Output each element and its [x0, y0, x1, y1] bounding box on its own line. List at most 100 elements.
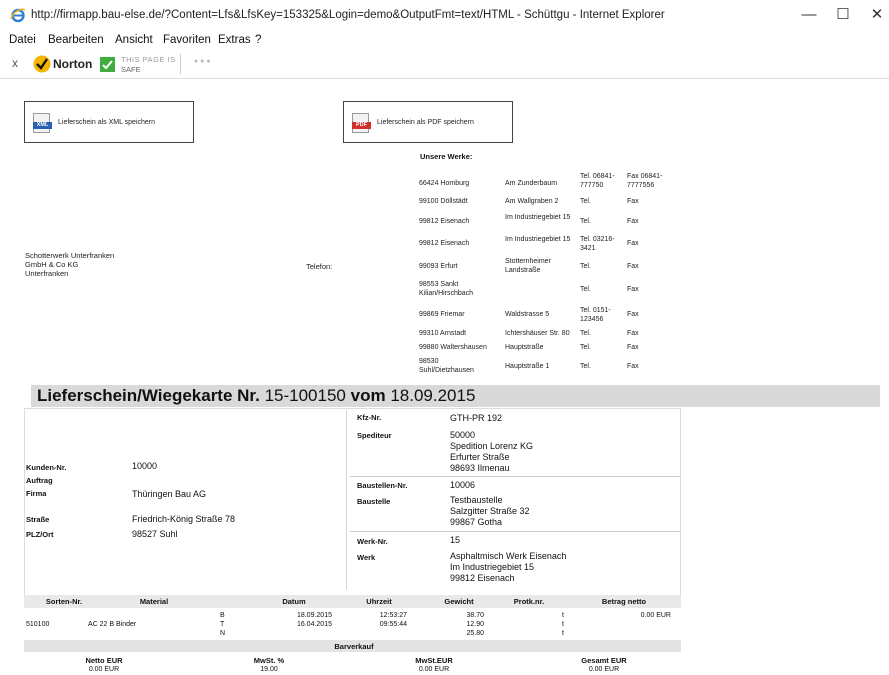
menu-favoriten[interactable]: Favoriten: [163, 34, 211, 46]
xml-icon-band: XML: [33, 122, 52, 129]
col-uhrzeit: Uhrzeit: [366, 597, 392, 606]
werk-line: Asphaltmisch Werk Eisenach: [450, 551, 567, 561]
save-pdf-button[interactable]: PDF Lieferschein als PDF speichern: [343, 101, 513, 143]
banner-vom: vom: [350, 386, 386, 405]
summary-mwst-eur-value: 0.00 EUR: [418, 666, 450, 673]
window-title: http://firmapp.bau-else.de/?Content=Lfs&…: [31, 9, 665, 21]
save-xml-button[interactable]: XML Lieferschein als XML speichern: [24, 101, 194, 143]
firma-label: Firma: [26, 489, 47, 498]
menu-datei[interactable]: Datei: [9, 34, 36, 46]
werk-ort: 98530 Suhl/Dietzhausen: [419, 358, 474, 374]
detail-divider: [346, 410, 347, 590]
save-xml-label: Lieferschein als XML speichern: [58, 119, 156, 126]
cell-sorten-nr: 510100: [26, 621, 50, 628]
summary-mwst-pct-value: 19.00: [260, 666, 278, 673]
summary-mwst-pct-label: MwSt. %: [253, 656, 285, 665]
cell-code: T: [220, 621, 225, 628]
col-protk-nr: Protk.nr.: [513, 597, 545, 606]
werk-ort: 99093 Erfurt: [419, 263, 458, 270]
werk-ort: 99880 Waltershausen: [419, 344, 487, 351]
toolbar-divider: [180, 54, 181, 74]
kfz-nr-value: GTH-PR 192: [450, 413, 503, 423]
spediteur-line: Erfurter Straße: [450, 452, 510, 462]
norton-logo-text[interactable]: Norton: [53, 57, 92, 71]
werk-tel: Tel.: [580, 363, 591, 370]
werk-label: Werk: [357, 553, 376, 562]
werk-tel: Tel. 06841-777750: [580, 173, 615, 189]
werk-strasse: Im Industriegebiet 15: [505, 236, 571, 243]
spediteur-label: Spediteur: [357, 431, 392, 440]
summary-mwst-eur-label: MwSt.EUR: [415, 656, 453, 665]
werk-tel: Tel. 0151-123456: [580, 307, 611, 323]
werk-line: Im Industriegebiet 15: [450, 562, 535, 572]
col-material: Material: [139, 597, 169, 606]
menu-extras[interactable]: Extras: [218, 34, 251, 46]
kunden-nr-label: Kunden-Nr.: [26, 463, 67, 472]
pdf-file-icon: PDF: [352, 113, 371, 133]
cell-unit: t: [562, 630, 564, 637]
werk-tel: Tel. 03216-3421: [580, 236, 615, 252]
title-bar: http://firmapp.bau-else.de/?Content=Lfs&…: [0, 0, 889, 30]
spediteur-line: Spedition Lorenz KG: [450, 441, 534, 451]
baustellen-nr-value: 10006: [450, 480, 476, 490]
werk-strasse: Waldstrasse 5: [505, 311, 550, 318]
cell-unit: t: [562, 621, 564, 628]
werk-nr-value: 15: [450, 535, 461, 545]
toolbar-close-icon[interactable]: x: [12, 56, 18, 70]
safe-status-line1: THIS PAGE IS: [121, 55, 176, 64]
close-button[interactable]: ✕: [862, 4, 889, 26]
werk-strasse: Stotternheimer Landstraße: [505, 258, 551, 274]
more-dots-icon[interactable]: ● ● ●: [194, 58, 211, 65]
werk-ort: 99100 Döllstädt: [419, 198, 468, 205]
kunden-nr-value: 10000: [132, 461, 158, 471]
menu-bearbeiten[interactable]: Bearbeiten: [48, 34, 104, 46]
positions-table: Sorten-Nr. Material Datum Uhrzeit Gewich…: [24, 595, 681, 675]
cell-datum: 18.09.2015: [296, 612, 332, 619]
werk-strasse: Hauptstraße 1: [505, 363, 550, 370]
cell-code: N: [220, 630, 226, 637]
werk-tel: Tel.: [580, 286, 591, 293]
werk-tel: Tel.: [580, 263, 591, 270]
norton-check-icon: [33, 55, 51, 73]
menu-ansicht[interactable]: Ansicht: [115, 34, 153, 46]
werk-tel: Tel.: [580, 344, 591, 351]
norton-toolbar: x Norton THIS PAGE IS SAFE ● ● ●: [0, 51, 889, 79]
menu-help[interactable]: ?: [255, 34, 261, 46]
banner-prefix: Lieferschein/Wiegekarte Nr.: [37, 386, 260, 405]
col-gewicht: Gewicht: [444, 597, 474, 606]
auftrag-label: Auftrag: [26, 476, 53, 485]
safe-status-line2: SAFE: [121, 65, 141, 74]
werk-fax: Fax: [627, 363, 639, 370]
werk-ort: 99869 Friemar: [419, 311, 465, 318]
summary-netto-value: 0.00 EUR: [88, 666, 120, 673]
werk-fax: Fax: [627, 344, 639, 351]
pdf-icon-band: PDF: [352, 122, 371, 129]
banner-number: 15-100150: [264, 386, 346, 405]
plz-ort-label: PLZ/Ort: [26, 530, 54, 539]
delivery-note-banner: Lieferschein/Wiegekarte Nr. 15-100150 vo…: [31, 385, 880, 407]
werk-fax: Fax: [627, 286, 639, 293]
cell-unit: t: [562, 612, 564, 619]
werk-strasse: Am Wallgraben 2: [505, 198, 559, 205]
summary-netto-label: Netto EUR: [85, 656, 123, 665]
cell-gewicht: 38.70: [466, 612, 484, 619]
minimize-button[interactable]: —: [794, 4, 824, 26]
cell-uhrzeit: 12:53:27: [379, 612, 407, 619]
cell-gewicht: 25.80: [466, 630, 484, 637]
baustelle-line: 99867 Gotha: [450, 517, 503, 527]
werk-strasse: Im Industriegebiet 15: [505, 214, 571, 221]
spediteur-line: 98693 Ilmenau: [450, 463, 510, 473]
werk-fax: Fax: [627, 330, 639, 337]
cell-code: B: [220, 612, 225, 619]
strasse-value: Friedrich-König Straße 78: [132, 514, 236, 524]
save-pdf-label: Lieferschein als PDF speichern: [377, 119, 474, 126]
werk-fax: Fax: [627, 218, 639, 225]
strasse-label: Straße: [26, 515, 50, 524]
maximize-button[interactable]: ☐: [828, 4, 858, 26]
telefon-label: Telefon:: [306, 262, 333, 271]
baustelle-line: Testbaustelle: [450, 495, 503, 505]
werk-strasse: Am Zunderbaum: [505, 180, 558, 187]
werk-nr-label: Werk-Nr.: [357, 537, 388, 546]
werk-line: 99812 Eisenach: [450, 573, 515, 583]
cell-uhrzeit: 09:55:44: [379, 621, 407, 628]
